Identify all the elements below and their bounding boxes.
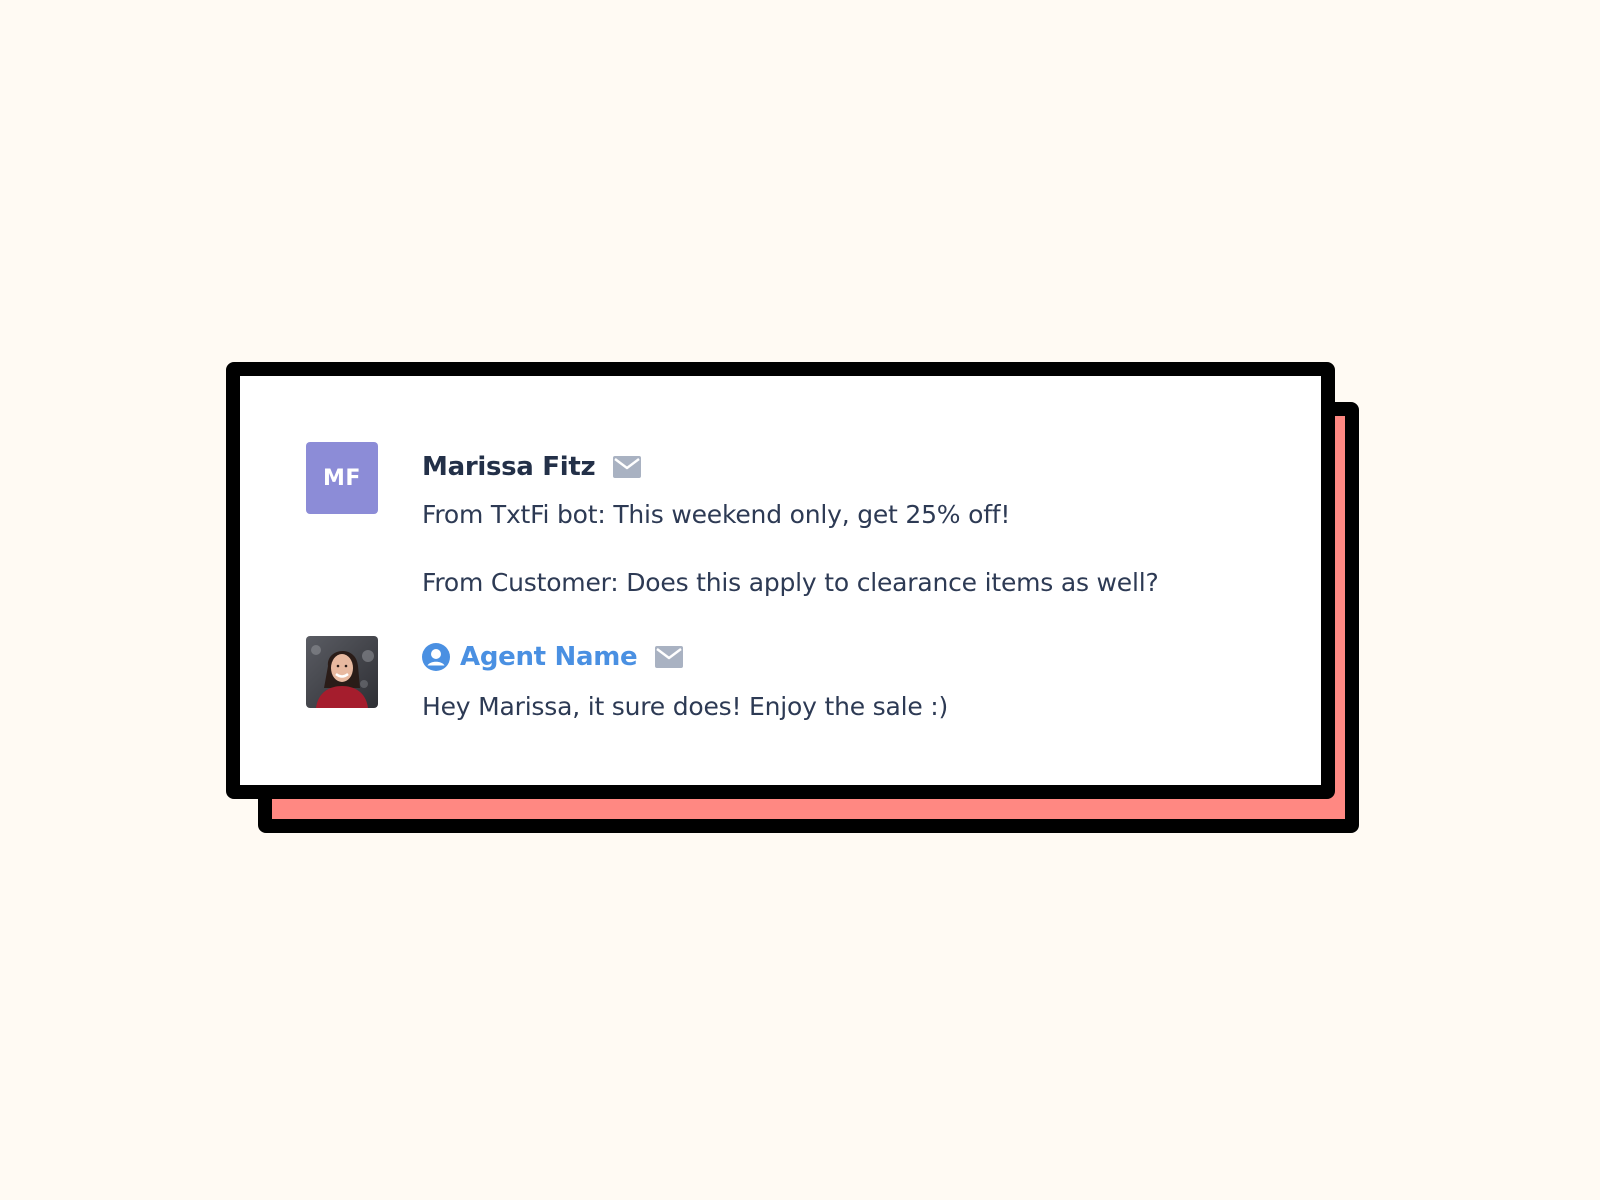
mail-icon[interactable]: [613, 456, 642, 478]
mail-icon[interactable]: [655, 646, 684, 668]
agent-message: Hey Marissa, it sure does! Enjoy the sal…: [422, 692, 949, 721]
customer-avatar[interactable]: MF: [306, 442, 378, 514]
customer-name[interactable]: Marissa Fitz: [422, 452, 596, 482]
agent-sender-row: Agent Name: [422, 640, 684, 674]
conversation-card: MF Marissa Fitz From TxtFi bot: This wee…: [226, 362, 1335, 799]
customer-message-1: From TxtFi bot: This weekend only, get 2…: [422, 500, 1011, 529]
agent-avatar-photo[interactable]: [306, 636, 378, 708]
agent-name[interactable]: Agent Name: [460, 642, 638, 672]
customer-message-2: From Customer: Does this apply to cleara…: [422, 568, 1159, 597]
user-circle-icon: [422, 643, 450, 671]
customer-sender-row: Marissa Fitz: [422, 450, 642, 484]
